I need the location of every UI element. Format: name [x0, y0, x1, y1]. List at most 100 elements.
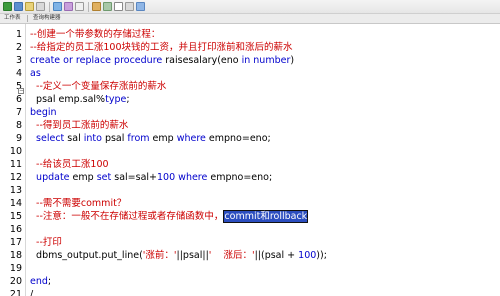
code-editor[interactable]: 1 --创建一个带参数的存储过程： 2 --给指定的员工涨100块钱的工资，并且打印涨… [0, 24, 500, 296]
code-token: create or replace procedure [30, 55, 163, 66]
code-token: ) [290, 55, 295, 66]
line-number: 17 [9, 237, 22, 248]
code-text: psal emp.sal%type; [30, 93, 130, 106]
code-token: into [83, 133, 102, 144]
explain-plan-icon[interactable] [53, 2, 62, 11]
line-number: 4 [15, 68, 22, 79]
code-token: --注意：一般不在存储过程或者存储函数中， [30, 211, 224, 222]
run-script-icon[interactable] [14, 2, 23, 11]
toolbar-separator [49, 2, 50, 12]
run-statement-icon[interactable] [3, 2, 12, 11]
tab-bar: 工作表 查询构建器 [0, 14, 500, 24]
tab-separator [27, 15, 28, 22]
code-line[interactable]: 17 --打印 [0, 236, 500, 249]
rollback-icon[interactable] [36, 2, 45, 11]
code-token: --需不需要commit？ [30, 198, 127, 209]
clear-icon[interactable] [75, 2, 84, 11]
code-line[interactable]: 4 as [0, 67, 500, 80]
line-number: 12 [9, 172, 22, 183]
code-line[interactable]: 14 --需不需要commit？ [0, 197, 500, 210]
line-number: 3 [15, 55, 22, 66]
line-number: 1 [15, 29, 22, 40]
code-line[interactable]: 18 dbms_output.put_line('涨前：'||psal||' 涨… [0, 249, 500, 262]
code-line[interactable]: 20 end; [0, 275, 500, 288]
code-token: --打印 [30, 237, 62, 248]
code-line[interactable]: 9 select sal into psal from emp where em… [0, 132, 500, 145]
code-token: set [96, 172, 112, 183]
line-number: 7 [15, 107, 22, 118]
code-token: psal [101, 133, 128, 144]
options-icon[interactable] [125, 2, 134, 11]
selected-text: commit和rollback [223, 210, 309, 223]
code-text: / [30, 288, 33, 296]
code-line[interactable]: 21 / [0, 288, 500, 296]
code-text: update emp set sal=sal+100 where empno=e… [30, 171, 272, 184]
edit-icon[interactable] [114, 2, 123, 11]
line-number: 20 [9, 276, 22, 287]
code-line[interactable]: 6 psal emp.sal%type; [0, 93, 500, 106]
autotrace-icon[interactable] [64, 2, 73, 11]
code-text: --给指定的员工涨100块钱的工资，并且打印涨前和涨后的薪水 [30, 41, 293, 54]
toolbar [0, 0, 500, 14]
code-token: where [178, 172, 208, 183]
code-token: as [30, 68, 41, 79]
code-token: empno=eno; [205, 133, 271, 144]
code-text: dbms_output.put_line('涨前：'||psal||' 涨后：'… [30, 249, 327, 262]
code-token: end [30, 276, 48, 287]
code-line[interactable]: 5 --定义一个变量保存涨前的薪水 [0, 80, 500, 93]
code-text: --给该员工涨100 [30, 158, 109, 171]
history-icon[interactable] [92, 2, 101, 11]
code-text: --注意：一般不在存储过程或者存储函数中，commit和rollback [30, 210, 309, 223]
line-number: 11 [9, 159, 22, 170]
code-token: 100 [298, 250, 317, 261]
code-token: emp [69, 172, 97, 183]
format-icon[interactable] [103, 2, 112, 11]
code-token: --得到员工涨前的薪水 [30, 120, 129, 131]
code-token: sal=sal+ [111, 172, 157, 183]
line-number: 8 [15, 120, 22, 131]
code-line[interactable]: 2 --给指定的员工涨100块钱的工资，并且打印涨前和涨后的薪水 [0, 41, 500, 54]
code-token: raisesalary(eno [162, 55, 242, 66]
line-number: 9 [15, 133, 22, 144]
code-token: emp [149, 133, 177, 144]
code-line[interactable]: 10 [0, 145, 500, 158]
line-number: 10 [9, 146, 22, 157]
line-number: 15 [9, 211, 22, 222]
code-text: create or replace procedure raisesalary(… [30, 54, 294, 67]
commit-icon[interactable] [25, 2, 34, 11]
code-token: ; [126, 94, 130, 105]
code-token: --给该员工涨100 [30, 159, 109, 170]
code-token: psal emp.sal% [30, 94, 106, 105]
code-line[interactable]: 1 --创建一个带参数的存储过程： [0, 28, 500, 41]
code-token: sal [64, 133, 84, 144]
code-token: / [30, 289, 34, 296]
code-token: --给指定的员工涨100块钱的工资，并且打印涨前和涨后的薪水 [30, 42, 293, 53]
code-text: --得到员工涨前的薪水 [30, 119, 128, 132]
line-number: 13 [9, 185, 22, 196]
code-line[interactable]: 11 --给该员工涨100 [0, 158, 500, 171]
code-line[interactable]: 13 [0, 184, 500, 197]
fold-collapse-icon[interactable]: − [18, 88, 24, 94]
code-line[interactable]: 8 --得到员工涨前的薪水 [0, 119, 500, 132]
code-token: 100 [157, 172, 176, 183]
line-number: 21 [9, 289, 22, 296]
code-line[interactable]: 12 update emp set sal=sal+100 where empn… [0, 171, 500, 184]
code-text: --打印 [30, 236, 62, 249]
code-token: --创建一个带参数的存储过程： [30, 29, 161, 40]
code-token: empno=eno; [207, 172, 273, 183]
line-number: 16 [9, 224, 22, 235]
code-token: dbms_output.put_line( [30, 250, 143, 261]
code-text: --定义一个变量保存涨前的薪水 [30, 80, 166, 93]
code-line[interactable]: 7 begin [0, 106, 500, 119]
tab-query-builder[interactable]: 查询构建器 [31, 14, 63, 23]
code-line[interactable]: 15 --注意：一般不在存储过程或者存储函数中，commit和rollback [0, 210, 500, 223]
code-line[interactable]: 19 [0, 262, 500, 275]
code-line[interactable]: 3 create or replace procedure raisesalary… [0, 54, 500, 67]
tab-worksheet[interactable]: 工作表 [2, 14, 23, 23]
code-token: ||psal|| [176, 250, 209, 261]
code-text: as [30, 67, 41, 80]
search-icon[interactable] [136, 2, 145, 11]
code-text: begin [30, 106, 57, 119]
code-line[interactable]: 16 [0, 223, 500, 236]
code-token: --定义一个变量保存涨前的薪水 [30, 81, 167, 92]
